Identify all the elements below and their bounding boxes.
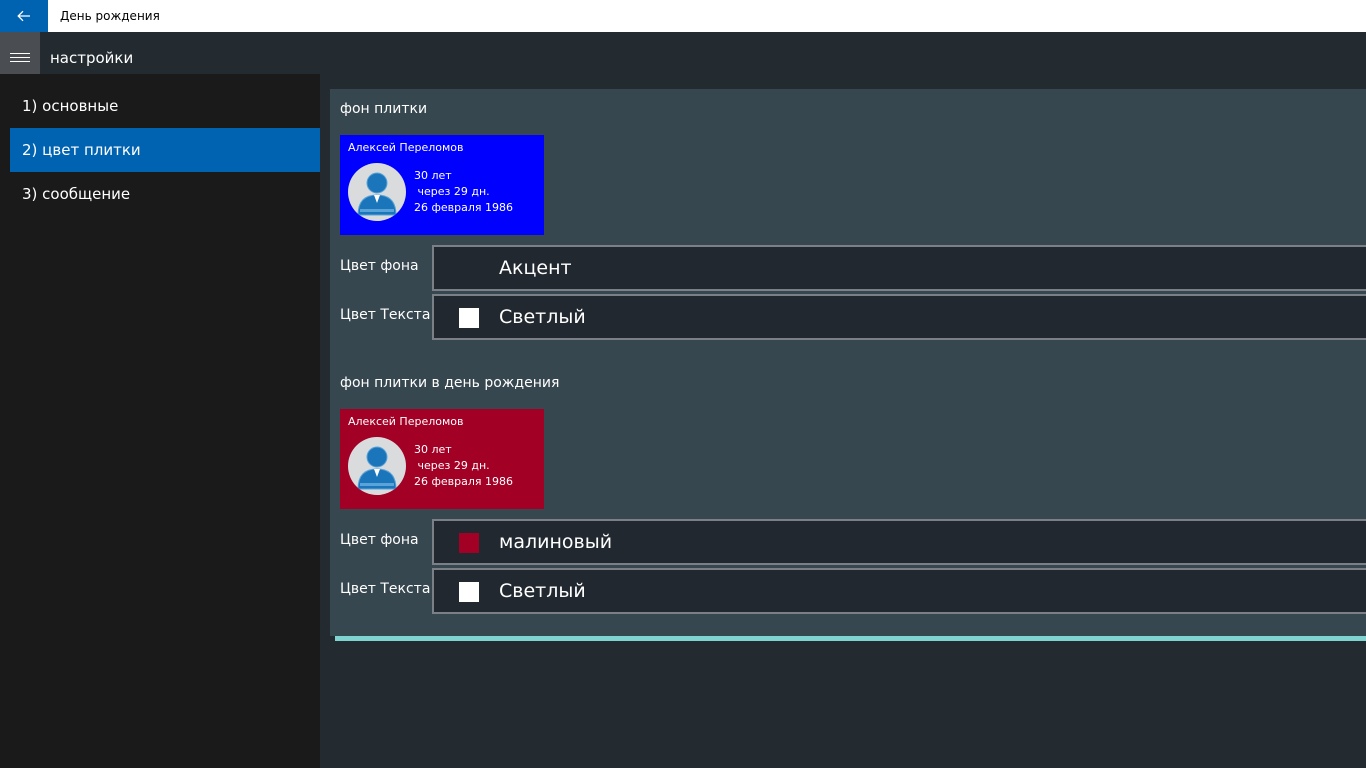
- bg-color-label: Цвет фона: [340, 258, 419, 274]
- tile-person-name: Алексей Переломов: [348, 415, 464, 428]
- hamburger-line-icon: [10, 57, 30, 58]
- tile-birth-date: 26 февраля 1986: [414, 201, 514, 214]
- hamburger-line-icon: [10, 61, 30, 62]
- birthday-text-color-label: Цвет Текста: [340, 581, 431, 597]
- avatar-icon: [348, 163, 406, 221]
- tile-age: 30 лет: [414, 443, 452, 456]
- section-title-birthday-tile-bg: фон плитки в день рождения: [340, 375, 560, 391]
- birthday-text-color-dropdown[interactable]: Светлый: [432, 568, 1366, 614]
- sidebar-item-message[interactable]: 3) сообщение: [10, 172, 320, 216]
- tile-birth-date: 26 февраля 1986: [414, 475, 514, 488]
- hamburger-menu-button[interactable]: [0, 32, 40, 74]
- bg-color-dropdown[interactable]: Акцент: [432, 245, 1366, 291]
- text-color-label: Цвет Текста: [340, 307, 431, 323]
- app-header: настройки: [0, 32, 1366, 74]
- color-swatch: [459, 533, 479, 553]
- text-color-dropdown[interactable]: Светлый: [432, 294, 1366, 340]
- tile-preview: Алексей Переломов 30 лет через 29 дн. 26 …: [340, 135, 544, 235]
- hamburger-line-icon: [10, 53, 30, 54]
- title-bar: День рождения: [0, 0, 1366, 32]
- back-button[interactable]: [0, 0, 48, 32]
- text-color-value: Светлый: [499, 306, 586, 328]
- window-title: День рождения: [60, 9, 160, 23]
- settings-panel: фон плитки Алексей Переломов 30 лет чере…: [330, 89, 1366, 636]
- tile-days-until: через 29 дн.: [414, 459, 490, 472]
- progress-bar: [335, 636, 1366, 641]
- back-arrow-icon: [17, 10, 30, 22]
- birthday-bg-color-dropdown[interactable]: малиновый: [432, 519, 1366, 565]
- sidebar: 1) основные 2) цвет плитки 3) сообщение: [0, 74, 320, 768]
- tile-info: 30 лет через 29 дн. 26 февраля 1986: [414, 442, 513, 490]
- tile-age: 30 лет: [414, 169, 452, 182]
- color-swatch: [459, 308, 479, 328]
- birthday-text-color-value: Светлый: [499, 580, 586, 602]
- birthday-bg-color-value: малиновый: [499, 531, 613, 553]
- birthday-tile-preview: Алексей Переломов 30 лет через 29 дн. 26 …: [340, 409, 544, 509]
- color-swatch: [459, 582, 479, 602]
- tile-person-name: Алексей Переломов: [348, 141, 464, 154]
- tile-days-until: через 29 дн.: [414, 185, 490, 198]
- tile-info: 30 лет через 29 дн. 26 февраля 1986: [414, 168, 513, 216]
- section-title-tile-bg: фон плитки: [340, 101, 428, 117]
- avatar-icon: [348, 437, 406, 495]
- birthday-bg-color-label: Цвет фона: [340, 532, 419, 548]
- sidebar-item-basic[interactable]: 1) основные: [10, 84, 320, 128]
- bg-color-value: Акцент: [499, 257, 572, 279]
- sidebar-item-tile-color[interactable]: 2) цвет плитки: [10, 128, 320, 172]
